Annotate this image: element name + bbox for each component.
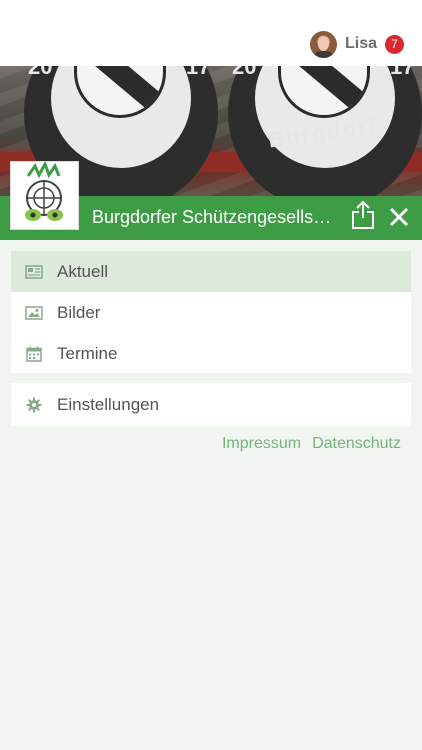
menu-item-label: Bilder (57, 302, 101, 322)
menu-item-aktuell[interactable]: Aktuell (11, 251, 411, 292)
banner-plate-right: 20 17 Burgdorf (228, 66, 422, 196)
banner-year: 17 (390, 66, 415, 79)
datenschutz-link[interactable]: Datenschutz (312, 435, 401, 453)
top-bar: Lisa 7 (0, 0, 422, 66)
banner-year: 20 (28, 66, 53, 79)
settings-menu: Einstellungen (11, 383, 411, 426)
menu-item-label: Aktuell (57, 261, 109, 281)
menu-item-einstellungen[interactable]: Einstellungen (11, 383, 411, 426)
banner-year: 17 (186, 66, 211, 79)
notification-badge[interactable]: 7 (385, 34, 404, 54)
gear-icon (25, 396, 43, 414)
avatar[interactable] (309, 30, 337, 58)
newspaper-icon (25, 263, 43, 281)
share-icon (352, 200, 374, 229)
menu-item-label: Termine (57, 343, 118, 363)
page-title: Burgdorfer Schützengesellschaft (92, 207, 338, 227)
footer-links: Impressum Datenschutz (222, 435, 401, 453)
close-button[interactable] (386, 204, 412, 230)
club-logo (10, 160, 79, 230)
navigation-menu: Aktuell Bilder Termine (11, 251, 411, 373)
menu-item-label: Einstellungen (57, 394, 160, 414)
banner-year: 20 (232, 66, 257, 79)
menu-item-bilder[interactable]: Bilder (11, 292, 411, 333)
calendar-icon (25, 345, 43, 363)
share-button[interactable] (350, 200, 376, 230)
user-menu[interactable]: Lisa 7 (309, 30, 404, 58)
menu-item-termine[interactable]: Termine (11, 333, 411, 374)
image-icon (25, 304, 43, 322)
impressum-link[interactable]: Impressum (222, 435, 301, 453)
user-name[interactable]: Lisa (345, 35, 377, 53)
close-icon (389, 207, 409, 227)
